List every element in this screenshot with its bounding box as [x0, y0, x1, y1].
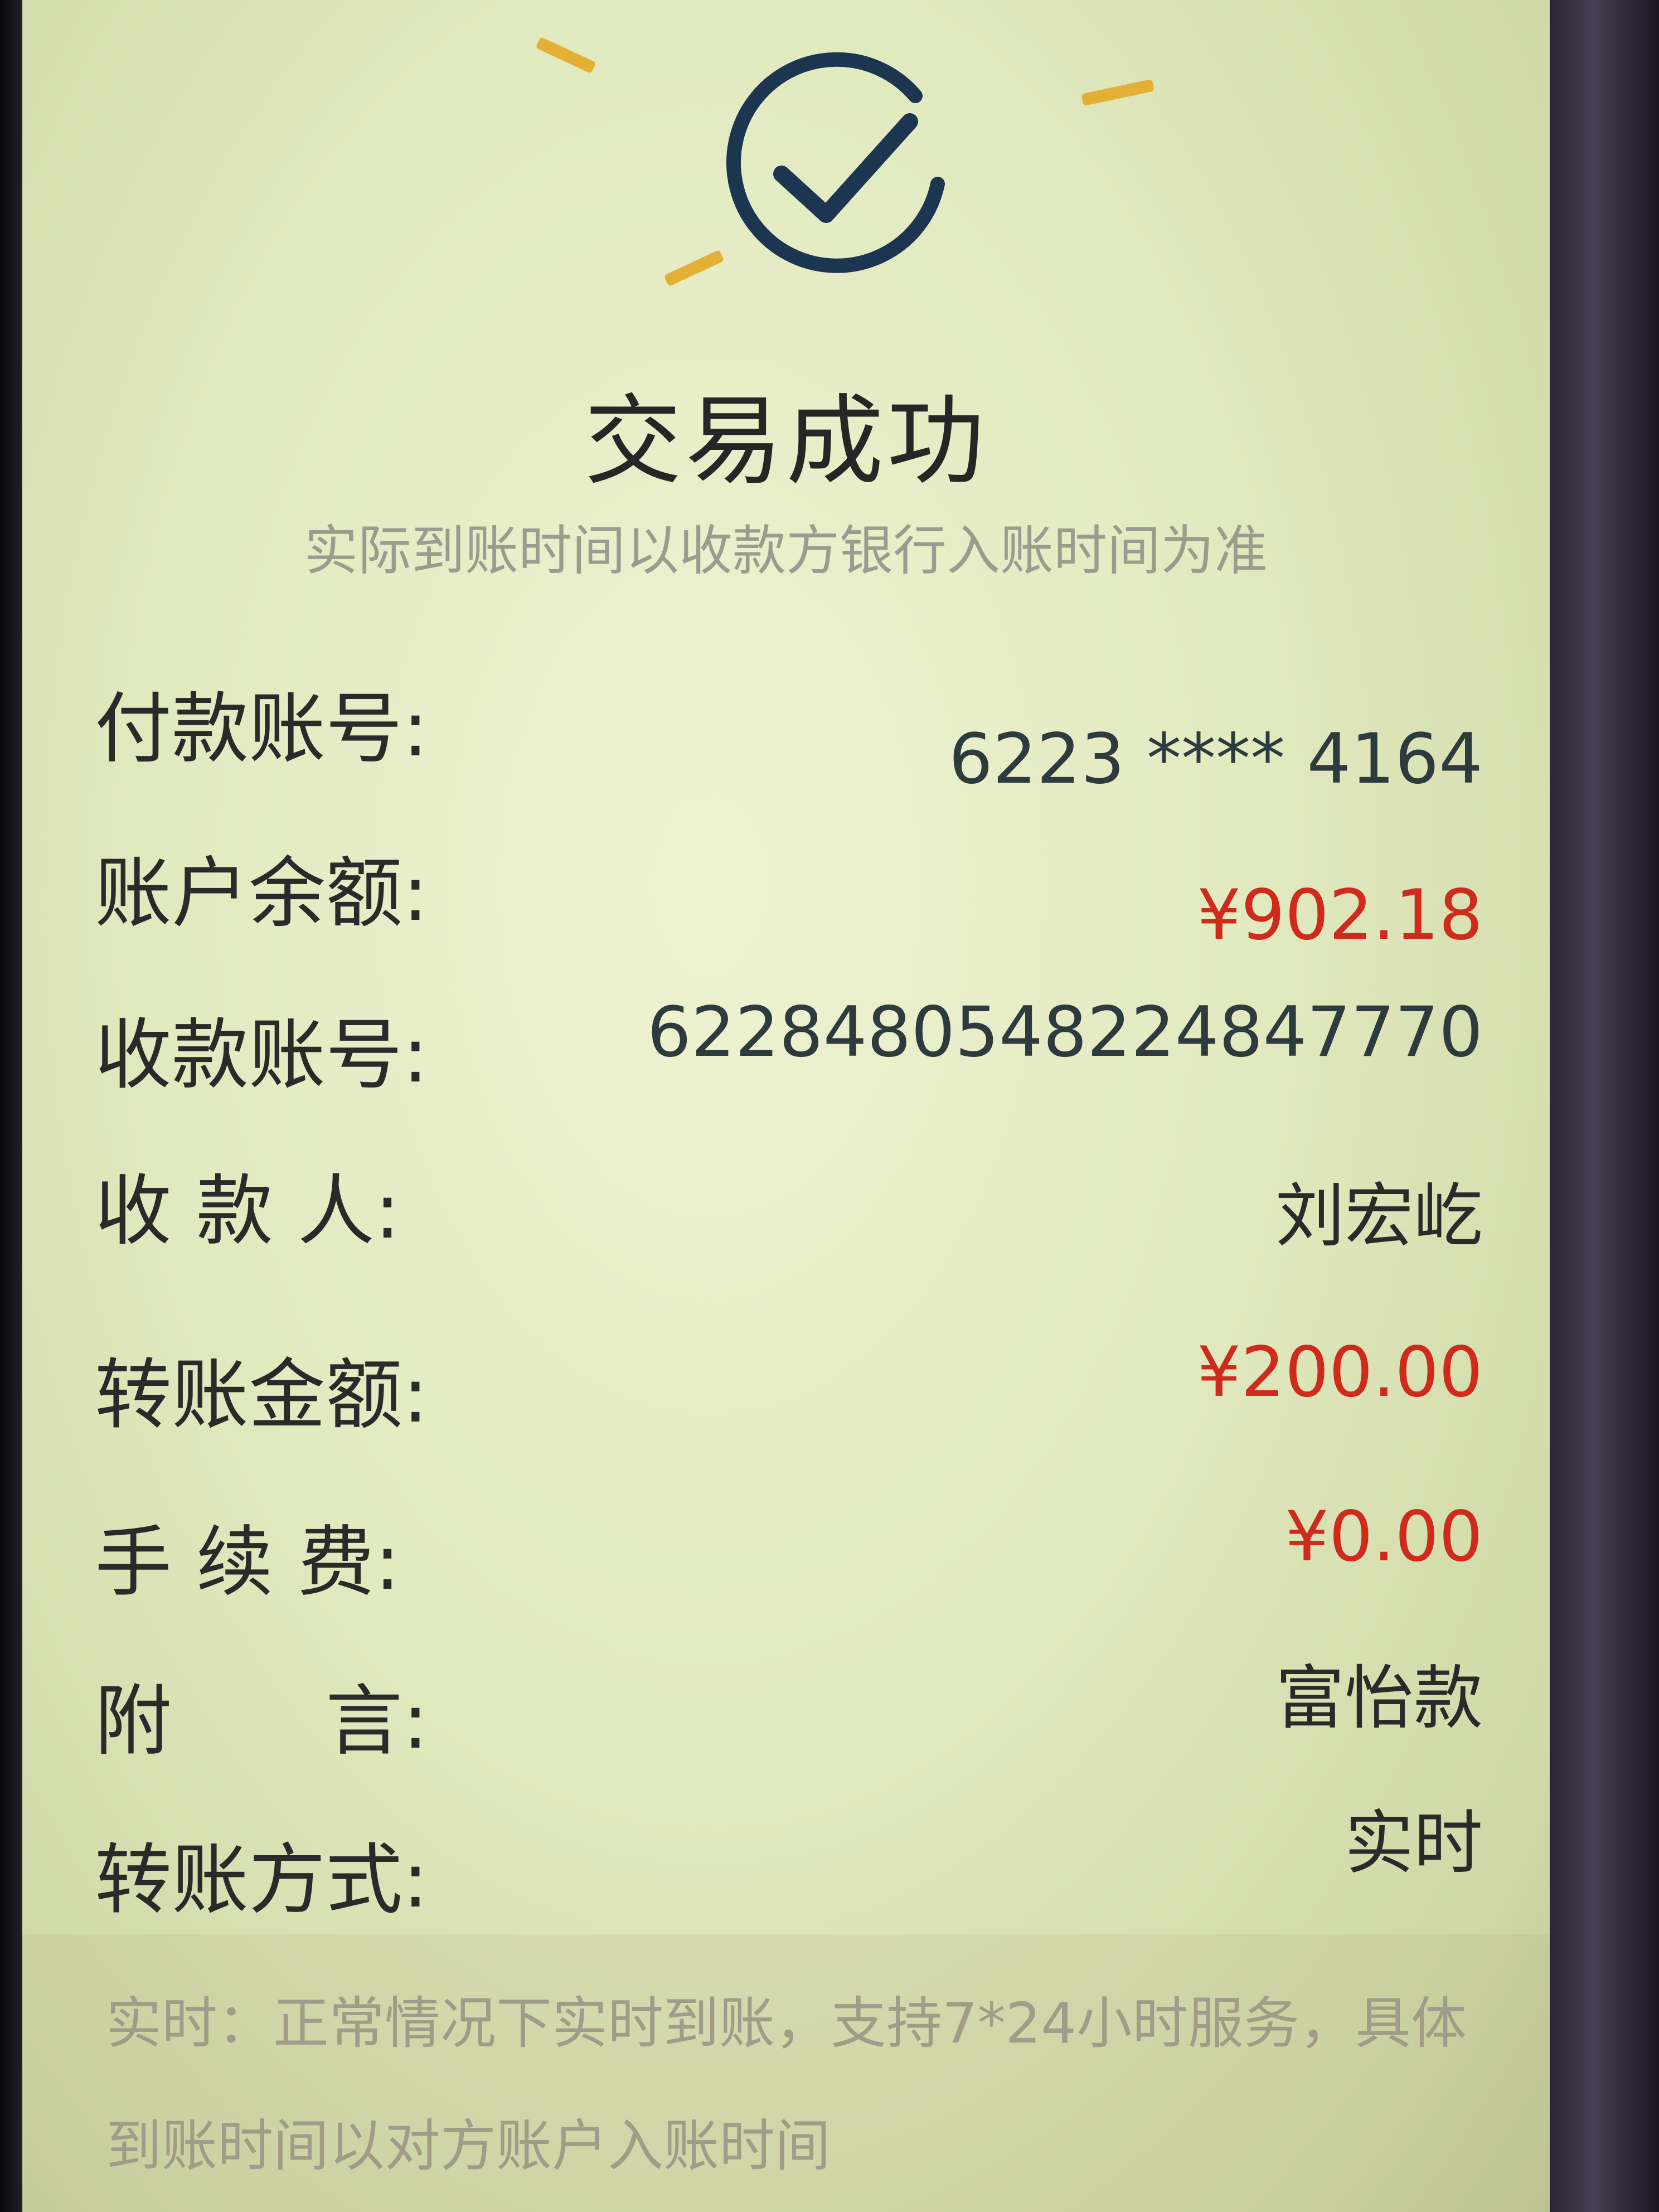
memo-row: 附 言: 富怡款: [95, 1658, 1483, 1766]
confetti-decoration: [1081, 79, 1154, 106]
transfer-result-screen: 交易成功 实际到账时间以收款方银行入账时间为准 付款账号: 6223 **** …: [22, 0, 1550, 2212]
amount-label: 转账金额:: [95, 1350, 429, 1440]
confetti-decoration: [535, 36, 596, 74]
phone-bezel-left: [0, 0, 22, 2212]
payee-account-label: 收款账号:: [95, 1010, 429, 1100]
check-circle-icon: [726, 52, 945, 273]
balance-value: ¥902.18: [1197, 875, 1483, 955]
balance-label: 账户余额:: [95, 848, 429, 938]
payer-account-row: 付款账号: 6223 **** 4164: [95, 666, 1483, 799]
phone-bezel-right: [1550, 0, 1659, 2212]
payee-account-row: 收款账号: 6228480548224847770: [95, 992, 1483, 1100]
memo-value: 富怡款: [1275, 1658, 1483, 1739]
payee-name-row: 收 款 人: 刘宏屹: [95, 1148, 1483, 1257]
realtime-note: 实时：正常情况下实时到账，支持7*24小时服务，具体到账时间以对方账户入账时间: [106, 1991, 1467, 2179]
memo-label: 附 言:: [95, 1676, 429, 1766]
method-row: 转账方式: 实时: [95, 1803, 1483, 1925]
page-subtitle: 实际到账时间以收款方银行入账时间为准: [304, 520, 1268, 582]
amount-row: 转账金额: ¥200.00: [95, 1332, 1483, 1440]
balance-row: 账户余额: ¥902.18: [95, 831, 1483, 955]
method-value: 实时: [1344, 1803, 1483, 1884]
amount-value: ¥200.00: [1197, 1332, 1483, 1413]
payer-account-value: 6223 **** 4164: [949, 719, 1483, 799]
confetti-decoration: [663, 249, 725, 287]
payee-account-value: 6228480548224847770: [647, 992, 1483, 1073]
method-label: 转账方式:: [95, 1835, 429, 1925]
fee-row: 手 续 费: ¥0.00: [95, 1497, 1483, 1607]
payee-name-value: 刘宏屹: [1275, 1176, 1483, 1257]
page-title: 交易成功: [584, 385, 988, 498]
payee-name-label: 收 款 人:: [95, 1166, 401, 1256]
fee-label: 手 续 费:: [95, 1517, 401, 1607]
payer-account-label: 付款账号:: [95, 684, 429, 774]
fee-value: ¥0.00: [1285, 1497, 1483, 1577]
